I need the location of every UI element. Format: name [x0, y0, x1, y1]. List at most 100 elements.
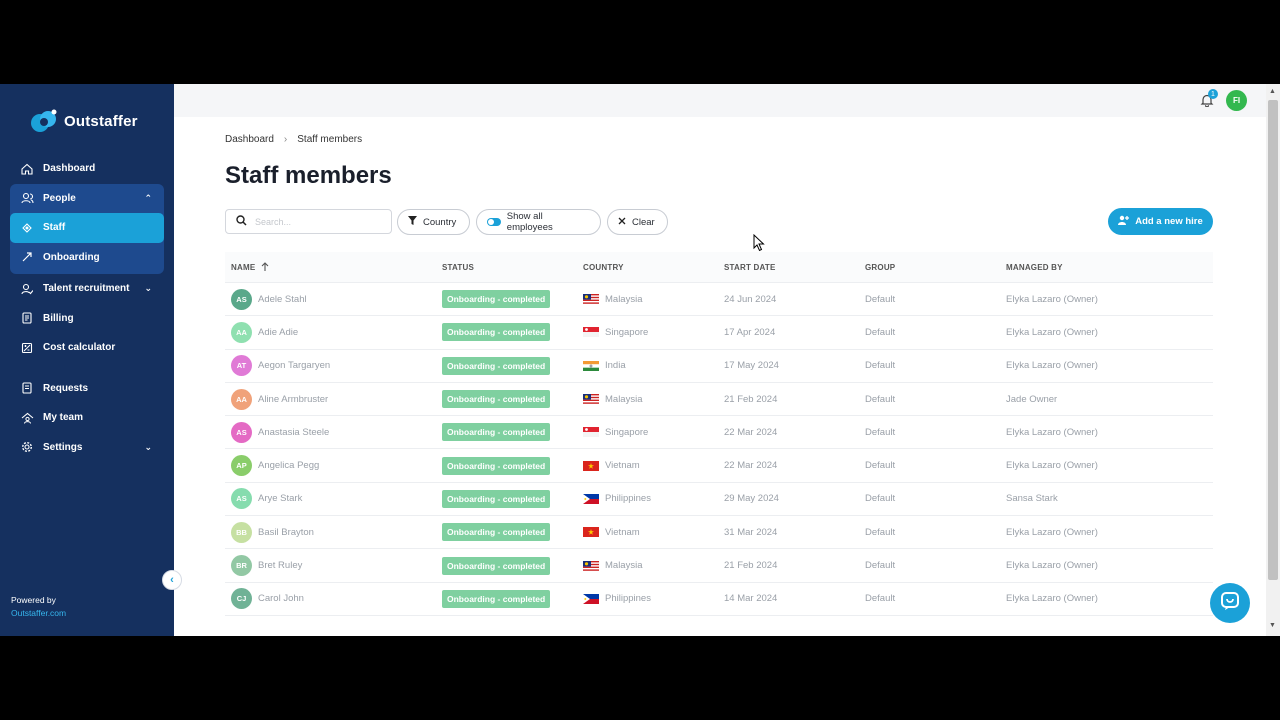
powered-by-link[interactable]: Outstaffer.com [11, 607, 66, 620]
cell-country: India [577, 360, 718, 371]
table-row[interactable]: AS Anastasia Steele Onboarding - complet… [225, 416, 1213, 450]
cell-start-date: 21 Feb 2024 [724, 393, 778, 405]
cell-managed-by: Elyka Lazaro (Owner) [1006, 426, 1098, 438]
onboarding-icon [20, 250, 34, 264]
breadcrumb-dashboard[interactable]: Dashboard [225, 134, 274, 145]
table-row[interactable]: AS Adele Stahl Onboarding - completed Ma… [225, 283, 1213, 317]
add-new-hire-button[interactable]: Add a new hire [1108, 208, 1213, 235]
scroll-thumb[interactable] [1268, 100, 1278, 580]
cell-start-date: 24 Jun 2024 [724, 293, 777, 305]
country-filter-button[interactable]: Country [397, 209, 470, 235]
mouse-cursor-icon [753, 233, 765, 257]
employee-name[interactable]: Anastasia Steele [258, 427, 329, 438]
chevron-left-icon: ‹ [170, 574, 174, 586]
cell-name: AP Angelica Pegg [225, 455, 436, 477]
table-row[interactable]: CJ Carol John Onboarding - completed Phi… [225, 583, 1213, 616]
employee-name[interactable]: Adele Stahl [258, 294, 307, 305]
employee-name[interactable]: Aline Armbruster [258, 394, 328, 405]
search-input[interactable] [255, 216, 375, 227]
user-avatar[interactable]: FI [1226, 90, 1247, 111]
table-row[interactable]: AA Aline Armbruster Onboarding - complet… [225, 383, 1213, 417]
cell-status: Onboarding - completed [436, 423, 577, 442]
scroll-down-icon[interactable]: ▼ [1269, 622, 1276, 629]
country-name: Philippines [605, 493, 651, 505]
avatar: AS [231, 421, 252, 443]
avatar: AS [231, 288, 252, 310]
sidebar-item-dashboard[interactable]: Dashboard [10, 154, 164, 184]
topbar: 1 FI [174, 84, 1266, 117]
cell-start-date: 22 Mar 2024 [724, 460, 778, 472]
flag-icon [583, 493, 599, 504]
logo[interactable]: Outstaffer [28, 108, 138, 134]
cell-group: Default [865, 426, 896, 438]
cell-status: Onboarding - completed [436, 489, 577, 508]
header-group[interactable]: GROUP [859, 263, 1000, 272]
cell-start-date: 17 Apr 2024 [724, 326, 776, 338]
employee-name[interactable]: Arye Stark [258, 493, 302, 504]
header-country[interactable]: COUNTRY [577, 263, 718, 272]
collapse-sidebar-button[interactable]: ‹ [162, 570, 182, 590]
cell-status: Onboarding - completed [436, 589, 577, 608]
toggle-switch-icon[interactable] [487, 218, 501, 226]
country-name: India [605, 360, 626, 372]
table-row[interactable]: BB Basil Brayton Onboarding - completed … [225, 516, 1213, 550]
cell-start-date: 14 Mar 2024 [724, 593, 778, 605]
page-scrollbar[interactable]: ▲ ▼ [1266, 84, 1280, 636]
table-row[interactable]: AT Aegon Targaryen Onboarding - complete… [225, 350, 1213, 383]
sidebar-item-staff[interactable]: Staff [10, 213, 164, 243]
cell-start-date: 22 Mar 2024 [724, 426, 778, 438]
employee-name[interactable]: Adie Adie [258, 327, 298, 338]
sidebar-item-my-team[interactable]: My team [10, 403, 164, 433]
header-managed-by[interactable]: MANAGED BY [1000, 263, 1213, 272]
sidebar-item-settings[interactable]: Settings ⌄ [10, 433, 164, 463]
status-badge: Onboarding - completed [442, 489, 551, 508]
sidebar-item-cost-calculator[interactable]: Cost calculator [10, 333, 164, 363]
employee-name[interactable]: Angelica Pegg [258, 460, 319, 471]
sidebar-item-billing[interactable]: Billing [10, 304, 164, 334]
table-row[interactable]: AS Arye Stark Onboarding - completed Phi… [225, 483, 1213, 517]
sidebar-item-label: Onboarding [43, 251, 100, 263]
employee-name[interactable]: Basil Brayton [258, 527, 314, 538]
show-all-employees-toggle[interactable]: Show all employees [476, 209, 601, 235]
cell-name: AT Aegon Targaryen [225, 355, 436, 377]
employee-name[interactable]: Aegon Targaryen [258, 360, 330, 371]
flag-icon [583, 527, 599, 538]
cell-name: CJ Carol John [225, 588, 436, 610]
scroll-up-icon[interactable]: ▲ [1269, 88, 1276, 95]
calculator-icon [20, 341, 34, 355]
cell-group: Default [865, 293, 896, 305]
table-row[interactable]: BR Bret Ruley Onboarding - completed Mal… [225, 549, 1213, 583]
avatar: AS [231, 488, 252, 510]
sidebar-item-onboarding[interactable]: Onboarding [10, 243, 164, 273]
country-name: Singapore [605, 326, 649, 338]
employee-name[interactable]: Carol John [258, 593, 304, 604]
table-row[interactable]: AP Angelica Pegg Onboarding - completed … [225, 449, 1213, 483]
sidebar-item-label: Requests [43, 382, 89, 394]
header-status[interactable]: STATUS [436, 263, 577, 272]
search-box[interactable] [225, 209, 392, 234]
cell-group: Default [865, 360, 896, 372]
status-badge: Onboarding - completed [442, 523, 551, 542]
header-start-date[interactable]: START DATE [718, 263, 859, 272]
sidebar-item-requests[interactable]: Requests [10, 374, 164, 404]
employee-name[interactable]: Bret Ruley [258, 560, 302, 571]
table-row[interactable]: AA Adie Adie Onboarding - completed Sing… [225, 316, 1213, 350]
search-icon [236, 213, 247, 231]
sort-ascending-icon[interactable] [261, 261, 269, 273]
sidebar-item-people[interactable]: People ⌃ [10, 184, 164, 214]
cell-status: Onboarding - completed [436, 556, 577, 575]
cell-country: Vietnam [577, 527, 718, 538]
avatar: AT [231, 355, 252, 377]
header-name[interactable]: NAME [225, 261, 436, 273]
cell-status: Onboarding - completed [436, 290, 577, 309]
flag-icon [583, 327, 599, 338]
requests-icon [20, 381, 34, 395]
country-name: Philippines [605, 593, 651, 605]
sidebar-item-label: Settings [43, 441, 83, 453]
cell-name: AS Arye Stark [225, 488, 436, 510]
cell-country: Philippines [577, 493, 718, 504]
clear-filters-button[interactable]: Clear [607, 209, 668, 235]
sidebar-item-talent-recruitment[interactable]: Talent recruitment ⌄ [10, 274, 164, 304]
chat-support-button[interactable] [1210, 583, 1250, 623]
close-icon [618, 217, 626, 228]
